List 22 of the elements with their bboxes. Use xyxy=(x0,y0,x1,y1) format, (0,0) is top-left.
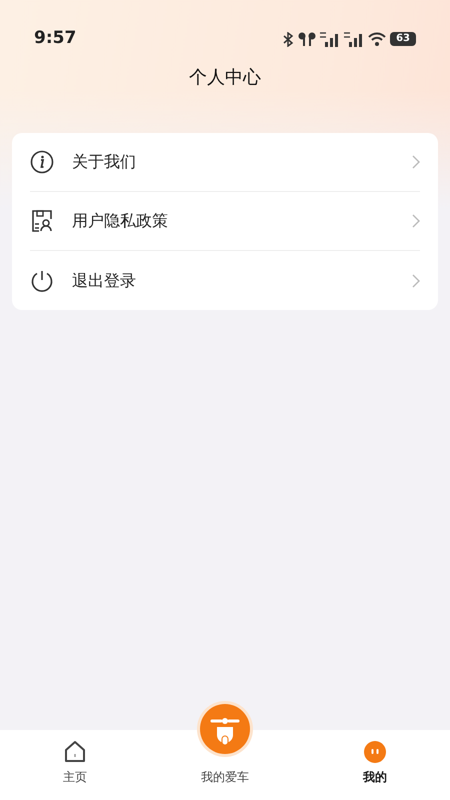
chevron-icon xyxy=(412,155,420,169)
tab[interactable]: 我的 xyxy=(300,730,450,800)
menu-item[interactable]: 退出登录 xyxy=(30,251,420,310)
status-time: 9:57 xyxy=(34,27,76,50)
page-title: 个人中心 xyxy=(188,66,262,90)
battery-level: 63 xyxy=(390,32,416,46)
home-icon xyxy=(63,740,87,764)
chevron-icon xyxy=(412,274,420,288)
menu-item[interactable]: 关于我们 xyxy=(30,133,420,192)
document-person-icon xyxy=(30,209,54,233)
power-icon xyxy=(30,268,54,292)
earbuds-icon xyxy=(298,32,316,46)
tab[interactable]: 我的爱车 xyxy=(150,702,300,800)
info-icon xyxy=(30,150,54,174)
wifi-icon xyxy=(368,32,386,46)
tab[interactable]: 主页 xyxy=(0,730,150,800)
signal-icon xyxy=(320,32,340,46)
signal-icon xyxy=(344,32,364,46)
profile-icon xyxy=(363,740,387,764)
menu-item[interactable]: 用户隐私政策 xyxy=(30,192,420,251)
chevron-icon xyxy=(412,214,420,228)
bluetooth-icon xyxy=(283,32,294,46)
